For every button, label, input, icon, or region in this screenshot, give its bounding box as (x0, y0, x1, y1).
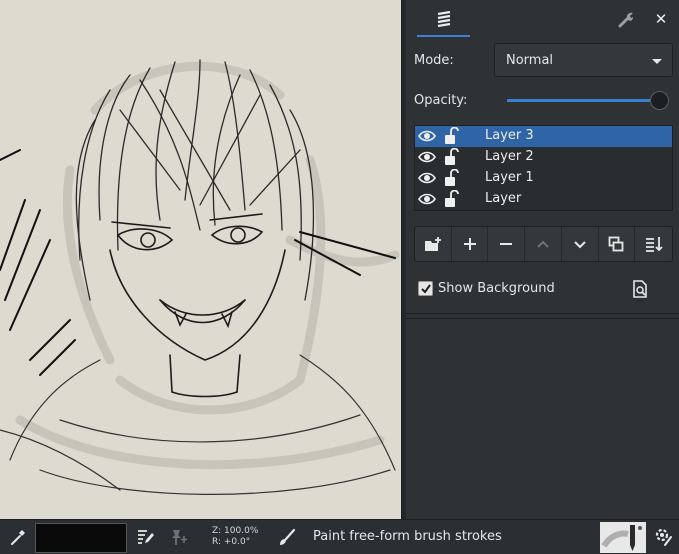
duplicate-icon (609, 236, 624, 252)
chevron-up-icon (537, 240, 549, 248)
add-layer-button[interactable] (452, 227, 489, 261)
layer-name: Layer 1 (485, 170, 534, 185)
unlock-icon[interactable] (443, 190, 459, 208)
unlock-icon[interactable] (443, 169, 459, 187)
status-message: Paint free-form brush strokes (313, 529, 502, 544)
layer-row[interactable]: Layer 1 (415, 168, 672, 189)
panel-tabbar: ✕ (406, 0, 679, 38)
layer-name: Layer 3 (485, 128, 534, 143)
brush-preview[interactable] (600, 522, 646, 553)
chevron-down-icon (574, 241, 586, 249)
drawing-canvas[interactable] (0, 0, 401, 519)
folder-add-icon (424, 237, 441, 251)
new-folder-button[interactable] (415, 227, 452, 261)
close-button[interactable]: ✕ (650, 8, 672, 30)
mode-label: Mode: (414, 53, 454, 68)
status-bar: Z: 100.0% R: +0.0° Paint free-form brush… (0, 519, 679, 554)
opacity-slider[interactable] (507, 91, 669, 110)
empty-dock-area (406, 318, 679, 519)
layer-row[interactable]: Layer 3 (415, 126, 672, 147)
checkmark-icon (421, 283, 431, 294)
eye-icon[interactable] (418, 149, 436, 165)
layer-name: Layer 2 (485, 149, 534, 164)
wrench-icon (618, 12, 633, 28)
minus-icon (500, 243, 513, 245)
blend-mode-value: Normal (506, 53, 554, 68)
layers-icon (437, 10, 450, 27)
sort-icon (645, 237, 663, 252)
layer-list[interactable]: Layer 3 Layer 2 Layer 1 Layer (414, 125, 673, 211)
layers-panel: ✕ Mode: Normal Opacity: Layer 3 Layer 2 … (406, 0, 679, 314)
layer-toolbar (414, 226, 673, 262)
pin-add-icon[interactable] (170, 528, 188, 546)
eye-icon[interactable] (418, 191, 436, 207)
opacity-slider-fill (507, 99, 659, 102)
show-background-checkbox[interactable] (418, 280, 433, 296)
tab-tool-options[interactable] (615, 8, 637, 30)
brush-icon[interactable] (278, 528, 296, 546)
unlock-icon[interactable] (443, 127, 459, 145)
merge-layer-button[interactable] (635, 227, 672, 261)
show-background-label: Show Background (438, 280, 555, 296)
background-document-icon[interactable] (632, 280, 648, 298)
show-background-toggle[interactable]: Show Background (418, 279, 555, 297)
layer-row[interactable]: Layer 2 (415, 147, 672, 168)
edit-notes-icon[interactable] (137, 528, 155, 546)
tab-layers[interactable] (417, 2, 470, 37)
layer-name: Layer (485, 191, 522, 206)
primary-color-swatch[interactable] (35, 523, 127, 553)
sketch-artwork (0, 59, 400, 496)
remove-layer-button[interactable] (488, 227, 526, 261)
side-panel: ✕ Mode: Normal Opacity: Layer 3 Layer 2 … (406, 0, 679, 519)
opacity-slider-handle[interactable] (650, 91, 669, 110)
brush-settings-icon[interactable] (655, 528, 673, 546)
duplicate-layer-button[interactable] (599, 227, 636, 261)
color-picker-icon[interactable] (9, 528, 27, 546)
zoom-readout: Z: 100.0% (212, 526, 259, 536)
eye-icon[interactable] (418, 170, 436, 186)
plus-icon (463, 238, 476, 250)
unlock-icon[interactable] (443, 148, 459, 166)
move-layer-up-button[interactable] (525, 227, 562, 261)
layer-row[interactable]: Layer (415, 189, 672, 210)
opacity-label: Opacity: (414, 93, 468, 108)
chevron-down-icon (652, 59, 662, 64)
blend-mode-select[interactable]: Normal (494, 43, 673, 77)
move-layer-down-button[interactable] (562, 227, 599, 261)
eye-icon[interactable] (418, 128, 436, 144)
rotation-readout: R: +0.0° (212, 537, 251, 547)
brush-preview-image (601, 525, 642, 551)
zoom-rotation-readout: Z: 100.0% R: +0.0° (212, 526, 258, 548)
close-icon: ✕ (654, 10, 668, 28)
